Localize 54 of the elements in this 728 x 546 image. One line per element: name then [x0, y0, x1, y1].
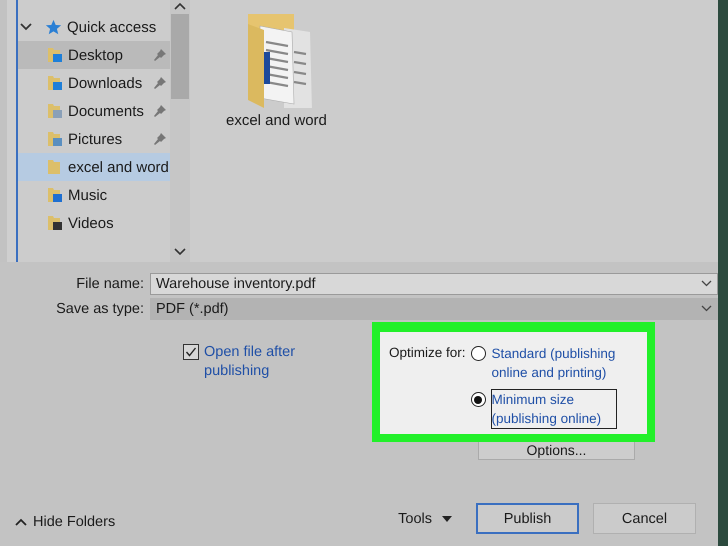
- folder-icon: [47, 186, 63, 204]
- caret-icon[interactable]: [442, 516, 452, 522]
- scroll-thumb[interactable]: [171, 14, 189, 99]
- nav-item[interactable]: excel and word: [18, 153, 170, 181]
- folder-icon: [47, 102, 63, 120]
- pin-icon[interactable]: [154, 133, 166, 145]
- optimize-label: Optimize for:: [389, 344, 466, 362]
- pin-icon[interactable]: [154, 77, 166, 89]
- file-name-field[interactable]: Warehouse inventory.pdf: [150, 272, 718, 294]
- radio-label[interactable]: Minimum size (publishing online): [490, 389, 617, 429]
- folder-icon: [47, 130, 63, 148]
- nav-label: Pictures: [68, 130, 122, 148]
- save-as-type-dropdown[interactable]: PDF (*.pdf): [150, 298, 718, 320]
- nav-label: Music: [68, 186, 108, 204]
- cancel-button[interactable]: Cancel: [593, 503, 696, 534]
- chevron-up-icon[interactable]: [15, 518, 27, 526]
- radio-button[interactable]: [470, 392, 486, 407]
- folder-icon: [47, 74, 63, 92]
- nav-label: Videos: [68, 214, 114, 232]
- radio-label[interactable]: Standard (publishing online and printing): [490, 343, 643, 383]
- dropdown-icon[interactable]: [701, 305, 712, 312]
- nav-item[interactable]: Pictures: [18, 125, 170, 153]
- hide-folders-button[interactable]: Hide Folders: [15, 514, 116, 530]
- nav-item[interactable]: Desktop: [18, 41, 170, 69]
- folder-icon: [47, 214, 63, 232]
- nav-item[interactable]: Downloads: [18, 69, 170, 97]
- folder-label: excel and word: [226, 112, 327, 129]
- nav-label: Quick access: [67, 18, 156, 36]
- folder-item[interactable]: excel and word: [226, 12, 327, 129]
- scroll-up-icon[interactable]: [174, 2, 186, 10]
- nav-item[interactable]: Quick access: [18, 13, 170, 41]
- nav-label: Downloads: [68, 74, 142, 92]
- field-label: Save as type:: [55, 300, 145, 316]
- nav-item[interactable]: Documents: [18, 97, 170, 125]
- radio-button[interactable]: [470, 346, 486, 361]
- scrollbar[interactable]: [170, 0, 190, 262]
- dropdown-icon[interactable]: [701, 280, 712, 287]
- checkbox[interactable]: [183, 344, 199, 360]
- options-button[interactable]: Options...: [478, 442, 635, 460]
- field-label: File name:: [75, 276, 145, 292]
- nav-label: Desktop: [68, 46, 124, 64]
- star-icon: [45, 18, 62, 36]
- nav-label: excel and word: [68, 158, 169, 176]
- scroll-down-icon[interactable]: [174, 248, 186, 256]
- pin-icon[interactable]: [154, 105, 166, 117]
- nav-item[interactable]: Music: [18, 181, 170, 209]
- tools-menu[interactable]: Tools: [398, 510, 452, 526]
- publish-button[interactable]: Publish: [476, 503, 579, 534]
- chevron-icon[interactable]: [20, 23, 32, 31]
- checkbox-label[interactable]: Open file after publishing: [204, 343, 304, 381]
- folder-icon: [47, 158, 63, 176]
- nav-label: Documents: [68, 102, 144, 120]
- folder-icon: [47, 46, 63, 64]
- nav-item[interactable]: Videos: [18, 209, 170, 237]
